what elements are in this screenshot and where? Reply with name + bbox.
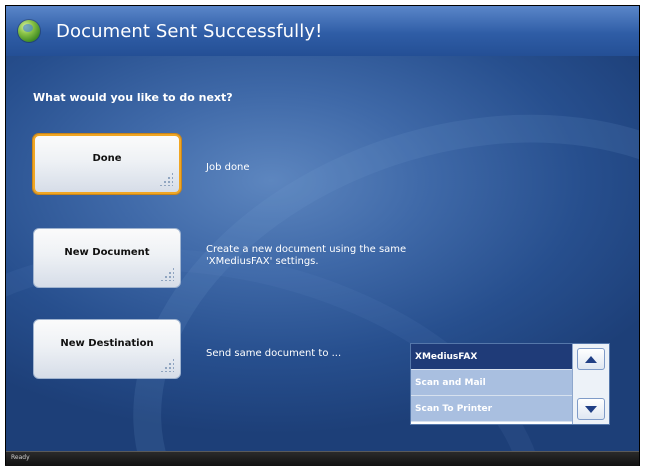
status-text: Ready xyxy=(11,454,30,461)
title-bar: Document Sent Successfully! xyxy=(5,6,639,56)
grip-icon xyxy=(160,358,174,372)
grip-icon xyxy=(160,267,174,281)
new-document-description-line1: Create a new document using the same xyxy=(206,244,407,255)
new-destination-description: Send same document to ... xyxy=(206,348,342,359)
new-document-description-line2: 'XMediusFAX' settings. xyxy=(206,256,319,267)
new-destination-button-label: New Destination xyxy=(60,337,154,349)
destination-scrollbar[interactable] xyxy=(572,344,609,424)
done-description: Job done xyxy=(206,162,250,173)
grip-icon xyxy=(159,172,173,186)
arrow-up-icon xyxy=(585,355,597,363)
new-destination-button[interactable]: New Destination xyxy=(33,319,181,379)
new-document-description: Create a new document using the same 'XM… xyxy=(206,244,406,268)
destination-list[interactable]: XMediusFAX Scan and Mail Scan To Printer xyxy=(410,343,610,425)
destination-items: XMediusFAX Scan and Mail Scan To Printer xyxy=(411,344,573,424)
next-step-prompt: What would you like to do next? xyxy=(33,91,233,104)
done-button[interactable]: Done xyxy=(33,134,181,194)
destination-item-scan-and-mail[interactable]: Scan and Mail xyxy=(411,370,573,396)
scroll-down-button[interactable] xyxy=(577,398,605,420)
done-button-label: Done xyxy=(92,152,122,164)
app-window: Document Sent Successfully! What would y… xyxy=(5,5,640,466)
left-border xyxy=(5,5,6,465)
globe-icon xyxy=(18,20,40,42)
scroll-up-button[interactable] xyxy=(577,348,605,370)
new-document-button-label: New Document xyxy=(64,246,150,258)
destination-item-xmediusfax[interactable]: XMediusFAX xyxy=(411,344,573,370)
destination-item-scan-to-printer[interactable]: Scan To Printer xyxy=(411,396,573,422)
new-document-button[interactable]: New Document xyxy=(33,228,181,288)
page-title: Document Sent Successfully! xyxy=(56,20,323,42)
arrow-down-icon xyxy=(585,405,597,413)
status-bar: Ready xyxy=(5,451,639,466)
